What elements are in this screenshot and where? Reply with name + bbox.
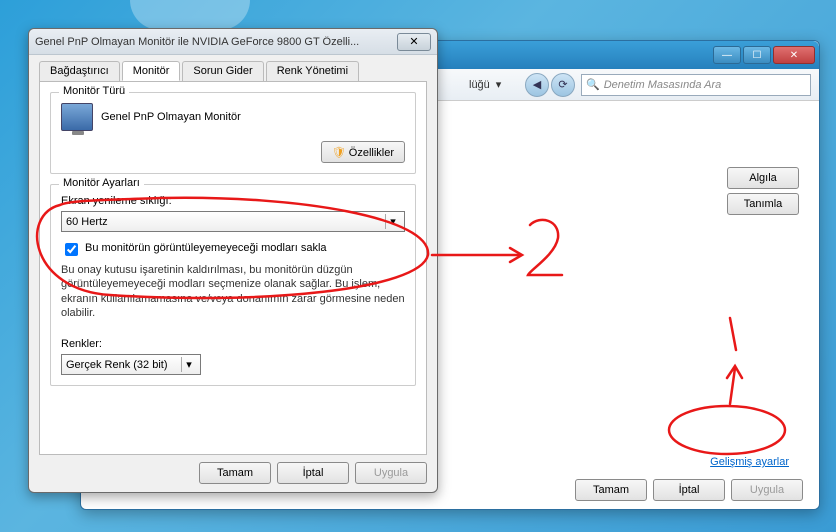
hide-modes-checkbox[interactable] <box>65 243 78 256</box>
shield-icon: 🛡 <box>332 147 346 159</box>
hide-modes-label: Bu monitörün görüntüleyemeyeceği modları… <box>85 242 327 254</box>
maximize-button[interactable]: ☐ <box>743 46 771 64</box>
properties-btn-label: Özellikler <box>349 147 394 159</box>
dialog-titlebar[interactable]: Genel PnP Olmayan Monitör ile NVIDIA GeF… <box>29 29 437 55</box>
monitor-icon <box>61 103 93 131</box>
dialog-apply-button[interactable]: Uygula <box>355 462 427 484</box>
identify-button[interactable]: Tanımla <box>727 193 799 215</box>
chevron-down-icon: ▾ <box>385 214 400 229</box>
tab-color-management[interactable]: Renk Yönetimi <box>266 61 359 81</box>
tab-strip: Bağdaştırıcı Monitör Sorun Gider Renk Yö… <box>39 61 427 82</box>
monitor-name-label: Genel PnP Olmayan Monitör <box>101 111 241 123</box>
colors-dropdown[interactable]: Gerçek Renk (32 bit) ▾ <box>61 354 201 375</box>
desktop-flare <box>130 0 250 30</box>
refresh-rate-dropdown[interactable]: 60 Hertz ▾ <box>61 211 405 232</box>
monitor-type-group: Monitör Türü Genel PnP Olmayan Monitör 🛡… <box>50 92 416 174</box>
colors-value: Gerçek Renk (32 bit) <box>66 359 167 371</box>
cancel-button[interactable]: İptal <box>653 479 725 501</box>
colors-label: Renkler: <box>61 338 405 350</box>
dropdown-arrow-icon[interactable]: ▾ <box>496 78 502 91</box>
dialog-title: Genel PnP Olmayan Monitör ile NVIDIA GeF… <box>35 36 397 48</box>
tab-troubleshoot[interactable]: Sorun Gider <box>182 61 263 81</box>
dialog-ok-button[interactable]: Tamam <box>199 462 271 484</box>
search-icon: 🔍 <box>586 78 600 91</box>
search-input[interactable]: 🔍 Denetim Masasında Ara <box>581 74 811 96</box>
group-title-monitor-type: Monitör Türü <box>59 85 129 97</box>
detect-button[interactable]: Algıla <box>727 167 799 189</box>
chevron-down-icon: ▾ <box>181 357 196 372</box>
breadcrumb-text: lüğü <box>469 79 490 91</box>
nav-back-icon[interactable]: ◀ <box>525 73 549 97</box>
monitor-settings-group: Monitör Ayarları Ekran yenileme sıklığı:… <box>50 184 416 386</box>
apply-button[interactable]: Uygula <box>731 479 803 501</box>
ok-button[interactable]: Tamam <box>575 479 647 501</box>
search-placeholder: Denetim Masasında Ara <box>604 79 722 91</box>
refresh-rate-label: Ekran yenileme sıklığı: <box>61 195 405 207</box>
dialog-cancel-button[interactable]: İptal <box>277 462 349 484</box>
dialog-close-button[interactable]: ✕ <box>397 33 431 51</box>
refresh-rate-value: 60 Hertz <box>66 216 108 228</box>
group-title-monitor-settings: Monitör Ayarları <box>59 177 144 189</box>
monitor-properties-dialog: Genel PnP Olmayan Monitör ile NVIDIA GeF… <box>28 28 438 493</box>
hide-modes-checkbox-row[interactable]: Bu monitörün görüntüleyemeyeceği modları… <box>61 242 405 259</box>
hide-modes-hint: Bu onay kutusu işaretinin kaldırılması, … <box>61 263 405 320</box>
tab-monitor[interactable]: Monitör <box>122 61 181 81</box>
tab-pane-monitor: Monitör Türü Genel PnP Olmayan Monitör 🛡… <box>39 81 427 455</box>
advanced-settings-link[interactable]: Gelişmiş ayarlar <box>710 456 789 468</box>
minimize-button[interactable]: — <box>713 46 741 64</box>
refresh-icon[interactable]: ⟳ <box>551 73 575 97</box>
monitor-properties-button[interactable]: 🛡 Özellikler <box>321 141 405 163</box>
tab-adapter[interactable]: Bağdaştırıcı <box>39 61 120 81</box>
close-button[interactable]: ✕ <box>773 46 815 64</box>
